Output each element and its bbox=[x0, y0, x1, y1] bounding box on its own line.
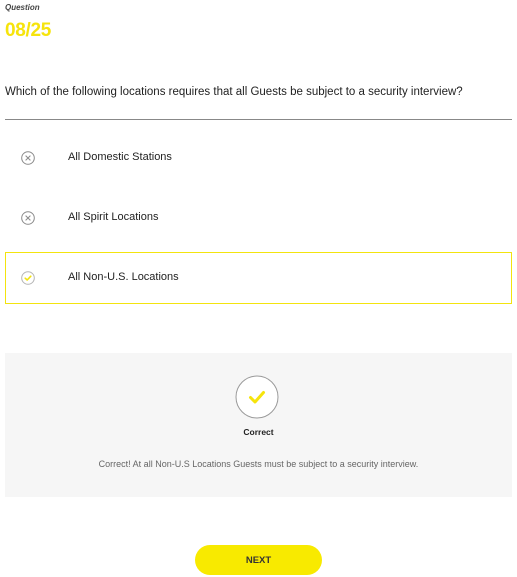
divider bbox=[5, 119, 512, 120]
check-circle-icon bbox=[21, 271, 35, 285]
question-text: Which of the following locations require… bbox=[5, 86, 463, 98]
answer-option-domestic-stations[interactable]: All Domestic Stations bbox=[5, 132, 512, 184]
answer-option-non-us-locations[interactable]: All Non-U.S. Locations bbox=[5, 252, 512, 304]
question-label: Question bbox=[5, 3, 40, 12]
answer-option-label: All Non-U.S. Locations bbox=[68, 271, 179, 283]
feedback-title: Correct bbox=[243, 427, 274, 437]
feedback-panel: Correct Correct! At all Non-U.S Location… bbox=[5, 353, 512, 497]
answer-option-label: All Spirit Locations bbox=[68, 211, 159, 223]
next-button[interactable]: NEXT bbox=[195, 545, 322, 575]
checkmark-icon bbox=[235, 375, 279, 419]
x-circle-icon bbox=[21, 151, 35, 165]
answer-option-spirit-locations[interactable]: All Spirit Locations bbox=[5, 192, 512, 244]
answer-option-label: All Domestic Stations bbox=[68, 151, 172, 163]
x-circle-icon bbox=[21, 211, 35, 225]
feedback-text: Correct! At all Non-U.S Locations Guests… bbox=[98, 459, 419, 469]
question-counter: 08/25 bbox=[5, 20, 52, 41]
